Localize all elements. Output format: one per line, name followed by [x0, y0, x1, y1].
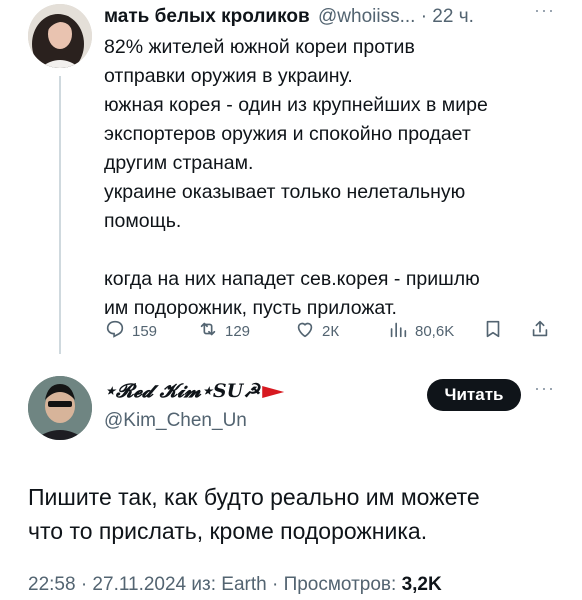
reply-button[interactable]: 159 [104, 318, 157, 344]
like-icon [294, 318, 316, 344]
author-name-text: ⋆𝓡𝓮𝓭 𝓚𝓲𝓶⋆SU☭ [104, 380, 261, 402]
tweet-timestamp-source[interactable]: 22:58 · 27.11.2024 из: Earth · Просмотро… [28, 574, 402, 595]
author-avatar-reply[interactable] [28, 4, 92, 68]
more-options-icon[interactable]: ··· [534, 0, 555, 21]
reply-handle-text: @whoiiss... [318, 6, 416, 27]
share-icon [529, 318, 551, 344]
reply-author-name[interactable]: мать белых кроликов [104, 6, 310, 28]
more-options-icon-main[interactable]: ··· [534, 378, 555, 399]
share-button[interactable] [529, 318, 551, 344]
like-count: 2К [322, 322, 340, 340]
repost-count: 129 [225, 322, 251, 340]
red-flag-icon [262, 386, 285, 398]
tweet-views: 3,2K [401, 574, 442, 595]
views-icon [387, 318, 409, 344]
author-avatar[interactable] [28, 376, 92, 440]
bookmark-button[interactable] [482, 318, 504, 344]
repost-icon [197, 318, 219, 344]
reply-count: 159 [132, 322, 158, 340]
reply-action-bar: 159 129 2К 80,6K [104, 318, 564, 344]
follow-button[interactable]: Читать [427, 379, 521, 411]
reply-icon [104, 318, 126, 344]
repost-button[interactable]: 129 [197, 318, 250, 344]
reply-author-handle[interactable]: @whoiiss... · 22 ч. [318, 6, 474, 28]
like-button[interactable]: 2К [294, 318, 339, 344]
thread-line [59, 76, 61, 354]
author-name[interactable]: ⋆𝓡𝓮𝓭 𝓚𝓲𝓶⋆SU☭ [104, 380, 285, 402]
reply-time[interactable]: · 22 ч. [421, 6, 474, 27]
bookmark-icon [482, 318, 504, 344]
tweet-text: Пишите так, как будто реально им можете … [28, 484, 480, 544]
views-count: 80,6K [415, 322, 455, 340]
author-handle[interactable]: @Kim_Chen_Un [104, 410, 247, 432]
tweet-meta: 22:58 · 27.11.2024 из: Earth · Просмотро… [28, 574, 442, 596]
reply-tweet-text: 82% жителей южной кореи против отправки … [104, 36, 488, 319]
views-button[interactable]: 80,6K [387, 318, 454, 344]
